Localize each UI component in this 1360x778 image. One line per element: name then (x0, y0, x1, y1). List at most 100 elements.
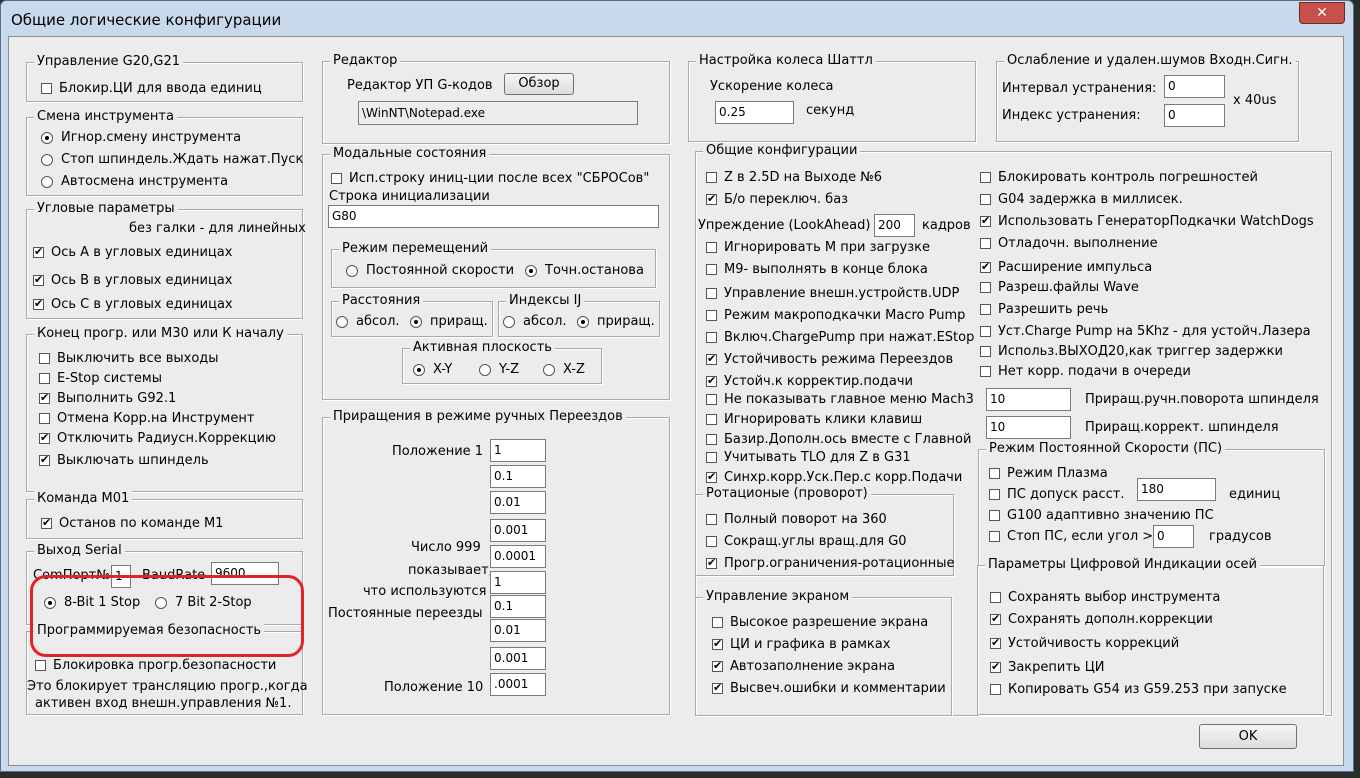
checkbox-box[interactable] (39, 413, 50, 424)
checkbox-box[interactable] (980, 366, 991, 377)
jog-increment-field[interactable]: 0.1 (490, 465, 546, 488)
checkbox-hide-main-menu[interactable]: Не показывать главное меню Mach3 (706, 392, 974, 407)
checkbox-axis-a-angular[interactable]: Ось А в угловых единицах (33, 245, 232, 260)
radio-dot[interactable] (336, 315, 348, 328)
checkbox-cutter-comp-off[interactable]: Отключить Радиусн.Коррекцию (39, 431, 276, 446)
checkbox-box[interactable] (331, 173, 342, 184)
checkbox-shortest-rot-g0[interactable]: Сокращ.углы вращ.для G0 (706, 534, 907, 549)
checkbox-box[interactable] (980, 214, 991, 228)
checkbox-use-init-string[interactable]: Исп.строку иниц-ции после всех "СБРОСов" (331, 171, 649, 186)
checkbox-box[interactable] (706, 434, 717, 445)
jog-increment-field[interactable]: 0.0001 (490, 545, 546, 568)
checkbox-m9-end-of-block[interactable]: М9- выполнять в конце блока (706, 262, 928, 277)
checkbox-chargepump-estop[interactable]: Включ.ChargePump при нажат.EStop (706, 330, 974, 345)
lookahead-field[interactable]: 200 (874, 214, 915, 237)
jog-increment-field[interactable]: 0.01 (490, 491, 546, 514)
jog-increment-field[interactable]: 0.001 (490, 647, 546, 670)
checkbox-box[interactable] (989, 468, 1000, 479)
checkbox-rotary-soft-limits[interactable]: Прогр.ограничения-ротационные (706, 556, 955, 571)
checkbox-box[interactable] (706, 172, 717, 183)
checkbox-g92-1[interactable]: Выполнить G92.1 (39, 391, 176, 406)
radio-exact-stop[interactable]: Точн.останова (525, 263, 644, 278)
ok-button[interactable]: OK (1199, 724, 1297, 749)
spindle-jog-increment-field[interactable]: 10 (986, 388, 1071, 411)
checkbox-autoscreen[interactable]: Автозаполнение экрана (712, 659, 895, 674)
checkbox-box[interactable] (980, 194, 991, 205)
checkbox-lock-dro[interactable]: Закрепить ЦИ (990, 660, 1105, 675)
checkbox-box[interactable] (35, 660, 46, 671)
checkbox-box[interactable] (706, 264, 717, 275)
checkbox-box[interactable] (980, 282, 991, 293)
checkbox-box[interactable] (41, 83, 52, 94)
checkbox-output20-trigger[interactable]: Использ.ВЫХОД20,как триггер задержки (980, 344, 1283, 359)
checkbox-box[interactable] (989, 510, 1000, 521)
checkbox-box[interactable] (706, 374, 717, 388)
browse-button[interactable]: Обзор (504, 73, 574, 95)
cv-distance-field[interactable]: 180 (1137, 478, 1216, 501)
checkbox-high-res-screen[interactable]: Высокое разрешение экрана (712, 615, 928, 630)
radio-dist-incremental[interactable]: приращ. (410, 314, 488, 329)
checkbox-box[interactable] (706, 514, 717, 525)
checkbox-box[interactable] (41, 516, 52, 530)
checkbox-box[interactable] (980, 326, 991, 337)
radio-dot[interactable] (41, 175, 53, 188)
checkbox-box[interactable] (33, 297, 44, 311)
checkbox-cv-distance-tolerance[interactable]: ПС допуск расст. (989, 487, 1124, 502)
checkbox-no-home-switch[interactable]: Б/о переключ. баз (706, 192, 848, 207)
checkbox-box[interactable] (39, 373, 50, 384)
radio-dot[interactable] (577, 315, 589, 328)
checkbox-persistent-offsets[interactable]: Сохранять дополн.коррекции (990, 612, 1213, 627)
checkbox-persistent-tool-select[interactable]: Сохранять выбор инструмента (990, 590, 1220, 605)
editor-path-field[interactable]: \WinNT\Notepad.exe (358, 101, 638, 125)
checkbox-g100-adaptive[interactable]: G100 адаптивно значению ПС (989, 508, 1214, 523)
radio-dot[interactable] (543, 363, 555, 376)
checkbox-allow-speech[interactable]: Разрешить речь (980, 302, 1108, 317)
checkbox-safety-lock[interactable]: Блокировка прогр.безопасности (35, 658, 276, 673)
radio-dot[interactable] (346, 264, 358, 277)
checkbox-box[interactable] (712, 681, 723, 695)
checkbox-axis-b-angular[interactable]: Ось В в угловых единицах (33, 273, 232, 288)
jog-increment-field[interactable]: 1 (490, 439, 546, 462)
checkbox-box[interactable] (980, 304, 991, 315)
checkbox-box[interactable] (990, 592, 1001, 603)
checkbox-cancel-tool-offset[interactable]: Отмена Корр.на Инструмент (39, 411, 254, 426)
jog-increment-field[interactable]: .0001 (490, 673, 546, 696)
checkbox-z-2-5d[interactable]: Z в 2.5D на Выходе №6 (706, 170, 882, 185)
checkbox-box[interactable] (706, 536, 717, 547)
checkbox-macro-pump[interactable]: Режим макроподкачки Macro Pump (706, 308, 965, 323)
checkbox-box[interactable] (706, 332, 717, 343)
checkbox-show-errors-comments[interactable]: Высвеч.ошибки и комментарии (712, 681, 946, 696)
checkbox-box[interactable] (706, 352, 717, 366)
close-button[interactable]: ✕ (1299, 2, 1345, 24)
jog-increment-field[interactable]: 0.01 (490, 619, 546, 642)
checkbox-box[interactable] (706, 452, 717, 463)
checkbox-box[interactable] (980, 346, 991, 357)
checkbox-chargepump-5khz[interactable]: Уст.Charge Pump на 5Khz - для устойч.Лаз… (980, 324, 1311, 339)
checkbox-sync-rapid-feed-override[interactable]: Синхр.корр.Уск.Пер.с корр.Подачи (706, 470, 962, 485)
spindle-override-increment-field[interactable]: 10 (986, 416, 1071, 439)
checkbox-box[interactable] (706, 556, 717, 570)
jog-increment-field[interactable]: 0.1 (490, 595, 546, 618)
checkbox-box[interactable] (33, 245, 44, 259)
checkbox-home-slave-with-master[interactable]: Базир.Дополн.ось вместе с Главной (706, 432, 971, 447)
radio-dot[interactable] (41, 131, 53, 144)
checkbox-ignore-m-on-load[interactable]: Игнорировать М при загрузке (706, 240, 930, 255)
radio-ignore-tool-change[interactable]: Игнор.смену инструмента (41, 130, 241, 145)
checkbox-box[interactable] (33, 273, 44, 287)
checkbox-box[interactable] (990, 636, 1001, 650)
checkbox-persistent-jog-mode[interactable]: Устойчивость режима Переездов (706, 352, 953, 367)
checkbox-udp-control[interactable]: Управление внешн.устройств.UDP (706, 286, 959, 301)
checkbox-boxed-dro[interactable]: ЦИ и графика в рамках (712, 637, 890, 652)
checkbox-spindle-off[interactable]: Выключать шпиндель (39, 453, 209, 468)
checkbox-box[interactable] (989, 489, 1000, 500)
checkbox-box[interactable] (39, 431, 50, 445)
checkbox-box[interactable] (706, 414, 717, 425)
checkbox-box[interactable] (39, 453, 50, 467)
checkbox-box[interactable] (980, 172, 991, 183)
radio-plane-yz[interactable]: Y-Z (479, 362, 519, 377)
radio-auto-tool-change[interactable]: Автосмена инструмента (41, 174, 228, 189)
checkbox-plasma-mode[interactable]: Режим Плазма (989, 466, 1108, 481)
radio-dot[interactable] (413, 363, 425, 376)
radio-constant-velocity[interactable]: Постоянной скорости (346, 263, 514, 278)
checkbox-box[interactable] (990, 612, 1001, 626)
